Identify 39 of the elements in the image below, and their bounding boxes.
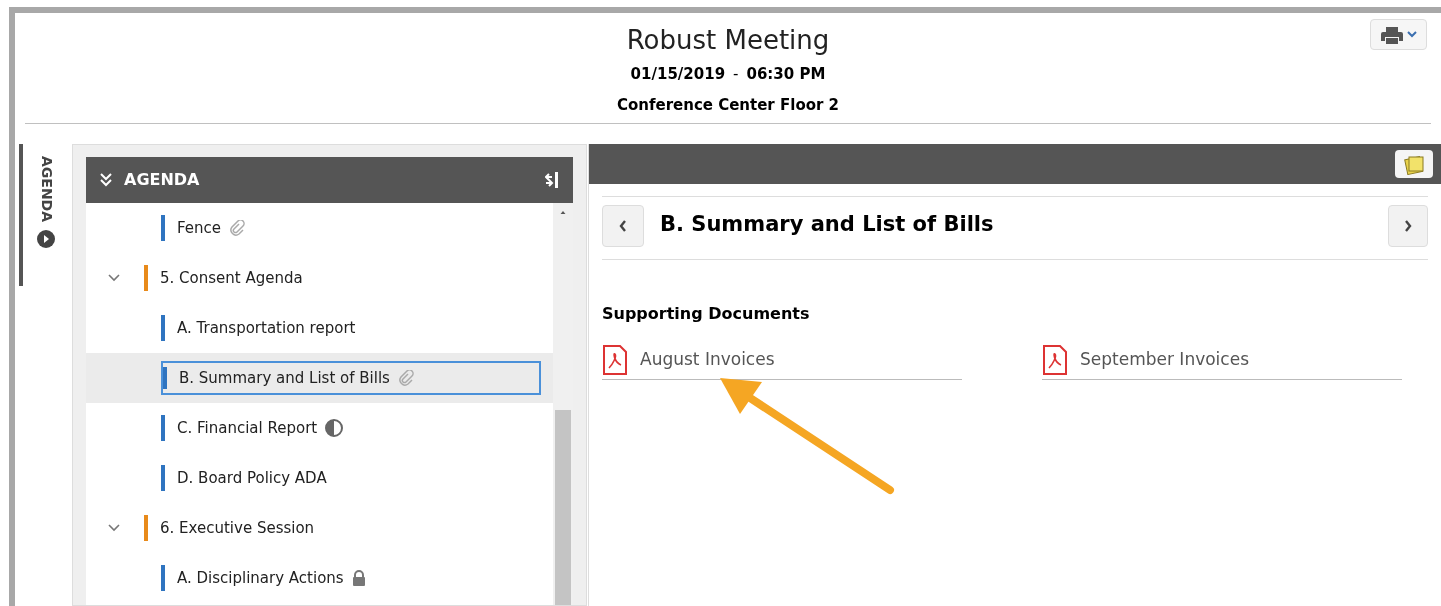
- chevron-down-icon[interactable]: [108, 524, 120, 532]
- paperclip-icon: [229, 220, 246, 236]
- play-icon: [37, 230, 55, 249]
- date-separator: -: [733, 64, 739, 85]
- collapse-icon[interactable]: [100, 173, 112, 187]
- agenda-item[interactable]: B. Summary and List of Bills: [161, 361, 541, 395]
- agenda-item[interactable]: A. Disciplinary Actions: [161, 561, 372, 595]
- agenda-section[interactable]: 5. Consent Agenda: [144, 261, 309, 295]
- chevron-down-icon[interactable]: [108, 274, 120, 282]
- meeting-date: 01/15/2019: [630, 64, 726, 85]
- scroll-up-icon: [558, 211, 568, 214]
- document-link[interactable]: August Invoices: [602, 340, 962, 380]
- pdf-file-icon: [602, 344, 628, 375]
- pdf-file-icon: [1042, 344, 1068, 375]
- half-circle-icon: [325, 419, 344, 437]
- agenda-item[interactable]: D. Board Policy ADA: [161, 461, 333, 495]
- meeting-location: Conference Center Floor 2: [616, 94, 840, 116]
- agenda-item[interactable]: A. Transportation report: [161, 311, 362, 345]
- lock-icon: [351, 570, 366, 586]
- notes-button[interactable]: [1395, 150, 1433, 178]
- chevron-right-icon: [1404, 220, 1412, 232]
- caret-icon: [1406, 31, 1417, 38]
- meeting-title: Robust Meeting: [626, 24, 830, 57]
- meeting-time: 06:30 PM: [746, 64, 826, 85]
- documents-heading: Supporting Documents: [602, 303, 811, 325]
- agenda-item[interactable]: C. Financial Report: [161, 411, 350, 445]
- scrollbar[interactable]: [553, 203, 573, 605]
- panel-toggle-icon[interactable]: [545, 171, 559, 189]
- agenda-title: AGENDA: [124, 169, 201, 191]
- paperclip-icon: [397, 370, 414, 386]
- item-title: B. Summary and List of Bills: [660, 211, 995, 238]
- printer-icon: [1380, 25, 1403, 44]
- print-button[interactable]: [1370, 19, 1427, 50]
- agenda-section[interactable]: 6. Executive Session: [144, 511, 321, 545]
- side-tab-label: AGENDA: [37, 156, 56, 223]
- document-link[interactable]: September Invoices: [1042, 340, 1402, 380]
- sticky-notes-icon: [1403, 153, 1425, 175]
- chevron-left-icon: [619, 220, 627, 232]
- agenda-item[interactable]: Fence: [161, 211, 252, 245]
